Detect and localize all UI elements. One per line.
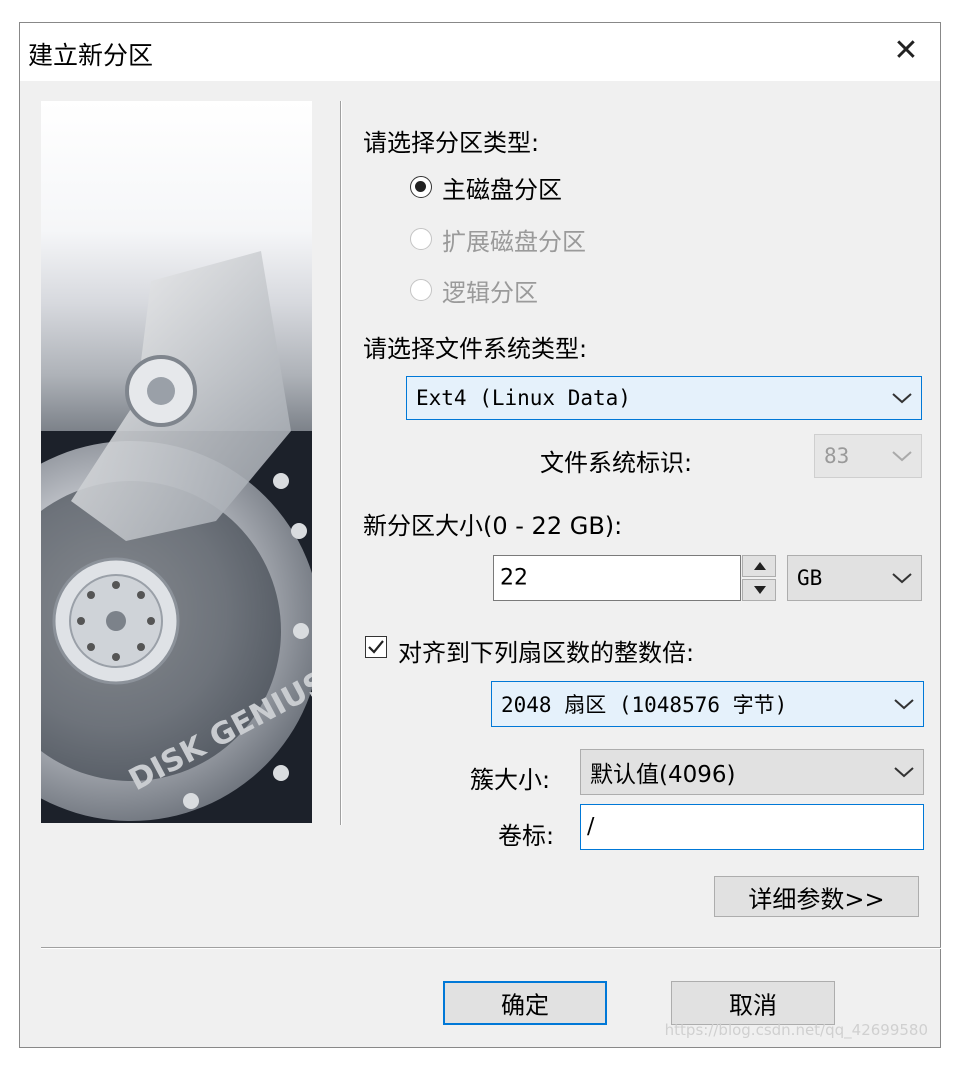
filesystem-id-select[interactable]: 83 bbox=[814, 434, 922, 478]
volume-label-input[interactable]: / bbox=[580, 804, 924, 850]
new-partition-dialog: 建立新分区 ✕ DISK GENIUS 请选择分区类型: 主磁盘分区 扩展磁盘分… bbox=[19, 22, 941, 1048]
cluster-size-label: 簇大小: bbox=[470, 766, 551, 794]
horizontal-divider bbox=[41, 947, 941, 949]
partition-size-label: 新分区大小(0 - 22 GB): bbox=[363, 512, 623, 540]
checkmark-icon bbox=[368, 640, 384, 654]
filesystem-type-select[interactable]: Ext4 (Linux Data) bbox=[406, 376, 922, 420]
cancel-label: 取消 bbox=[729, 991, 777, 1020]
filesystem-id-value: 83 bbox=[824, 444, 850, 468]
partition-size-stepper[interactable] bbox=[742, 555, 776, 601]
alignment-value: 2048 扇区 (1048576 字节) bbox=[501, 693, 788, 717]
hard-disk-illustration: DISK GENIUS bbox=[41, 101, 312, 823]
logical-partition-label: 逻辑分区 bbox=[442, 279, 538, 307]
chevron-down-icon bbox=[894, 699, 914, 710]
align-checkbox[interactable] bbox=[365, 636, 387, 658]
alignment-select[interactable]: 2048 扇区 (1048576 字节) bbox=[491, 681, 924, 727]
radio-extended-partition[interactable] bbox=[410, 228, 432, 250]
triangle-down-icon bbox=[754, 586, 766, 594]
align-label: 对齐到下列扇区数的整数倍: bbox=[398, 639, 695, 667]
hard-disk-icon: DISK GENIUS bbox=[41, 251, 312, 823]
ok-label: 确定 bbox=[501, 991, 549, 1020]
chevron-down-icon bbox=[892, 451, 912, 462]
close-icon[interactable]: ✕ bbox=[886, 31, 926, 71]
advanced-params-label: 详细参数>> bbox=[748, 885, 885, 913]
chevron-down-icon bbox=[894, 767, 914, 778]
size-unit-select[interactable]: GB bbox=[787, 555, 922, 601]
radio-logical-partition[interactable] bbox=[410, 279, 432, 301]
advanced-params-button[interactable]: 详细参数>> bbox=[714, 876, 919, 917]
triangle-up-icon bbox=[754, 562, 766, 570]
cluster-size-select[interactable]: 默认值(4096) bbox=[580, 749, 924, 795]
vertical-divider bbox=[340, 101, 342, 825]
cluster-size-value: 默认值(4096) bbox=[590, 762, 736, 788]
chevron-down-icon bbox=[892, 393, 912, 404]
partition-type-label: 请选择分区类型: bbox=[363, 129, 540, 157]
filesystem-id-label: 文件系统标识: bbox=[540, 449, 693, 477]
watermark: https://blog.csdn.net/qq_42699580 bbox=[664, 1021, 928, 1039]
size-unit-value: GB bbox=[797, 566, 823, 590]
chevron-down-icon bbox=[892, 573, 912, 584]
title-bar: 建立新分区 ✕ bbox=[20, 23, 940, 81]
filesystem-type-label: 请选择文件系统类型: bbox=[363, 335, 588, 363]
window-title: 建立新分区 bbox=[28, 41, 154, 70]
filesystem-type-value: Ext4 (Linux Data) bbox=[416, 386, 631, 410]
volume-label-value: / bbox=[587, 814, 595, 840]
partition-size-value: 22 bbox=[500, 565, 528, 591]
partition-size-input[interactable]: 22 bbox=[493, 555, 741, 601]
volume-label-label: 卷标: bbox=[498, 822, 555, 850]
ok-button[interactable]: 确定 bbox=[443, 981, 607, 1025]
radio-primary-partition[interactable] bbox=[410, 176, 432, 198]
spin-up-button[interactable] bbox=[742, 555, 776, 577]
primary-partition-label: 主磁盘分区 bbox=[442, 176, 562, 204]
spin-down-button[interactable] bbox=[742, 579, 776, 601]
cancel-button[interactable]: 取消 bbox=[671, 981, 835, 1025]
extended-partition-label: 扩展磁盘分区 bbox=[442, 228, 586, 256]
